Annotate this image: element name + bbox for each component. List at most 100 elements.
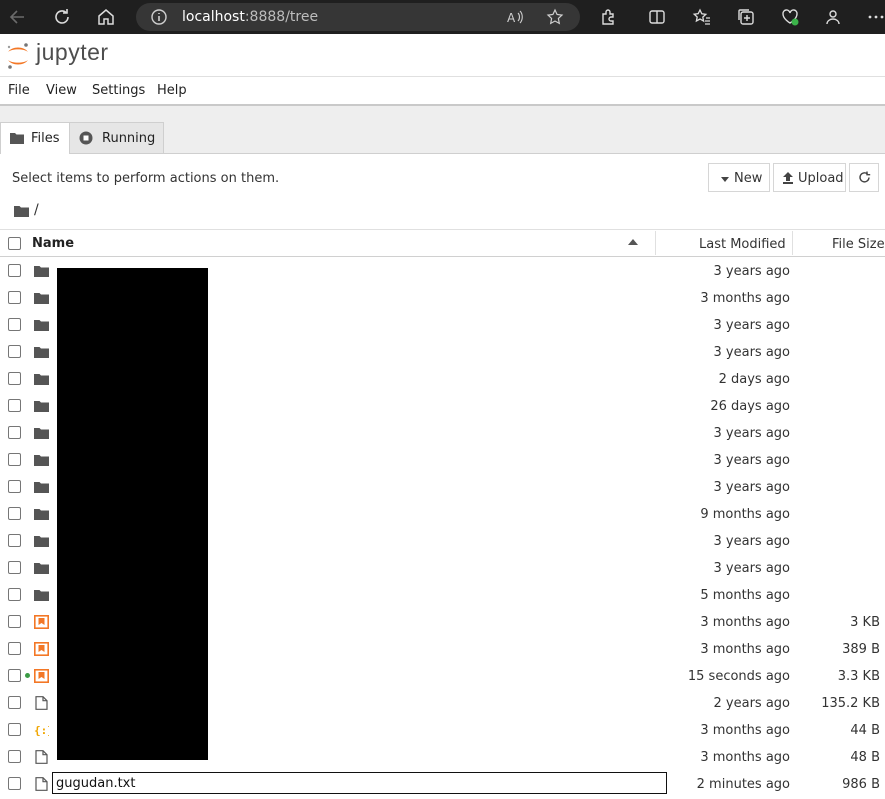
- menu-settings[interactable]: Settings: [92, 83, 145, 98]
- upload-button[interactable]: Upload: [773, 163, 846, 192]
- row-checkbox[interactable]: [8, 588, 21, 601]
- row-checkbox[interactable]: [8, 345, 21, 358]
- running-indicator: [25, 673, 30, 678]
- breadcrumb-root[interactable]: /: [34, 202, 39, 218]
- file-modified: 3 months ago: [700, 615, 790, 630]
- row-checkbox[interactable]: [8, 399, 21, 412]
- refresh-list-button[interactable]: [849, 163, 879, 192]
- file-icon: [34, 749, 49, 764]
- file-modified: 2 days ago: [718, 372, 790, 387]
- jupyter-logo-text[interactable]: jupyter: [36, 39, 109, 66]
- new-button-label: New: [734, 171, 763, 186]
- file-size: 3 KB: [850, 615, 880, 630]
- column-last-modified[interactable]: Last Modified: [699, 237, 786, 252]
- collections-icon[interactable]: [736, 7, 756, 27]
- favorite-star-icon[interactable]: [546, 8, 564, 26]
- upload-button-label: Upload: [798, 171, 844, 186]
- folder-icon[interactable]: [14, 205, 29, 217]
- column-name[interactable]: Name: [32, 236, 74, 251]
- refresh-icon[interactable]: [52, 7, 74, 27]
- menu-view[interactable]: View: [46, 83, 77, 98]
- jupyter-logo-icon[interactable]: [5, 41, 31, 71]
- file-row[interactable]: gugudan.txt 2 minutes ago 986 B: [0, 770, 885, 797]
- row-checkbox[interactable]: [8, 750, 21, 763]
- folder-icon: [34, 479, 49, 493]
- folder-icon: [10, 133, 24, 144]
- file-modified: 2 years ago: [713, 696, 790, 711]
- folder-icon: [34, 398, 49, 412]
- file-modified: 3 years ago: [713, 534, 790, 549]
- browser-essentials-icon[interactable]: [780, 7, 800, 27]
- rename-input[interactable]: gugudan.txt: [52, 772, 667, 794]
- caret-down-icon: [721, 177, 729, 182]
- row-checkbox[interactable]: [8, 318, 21, 331]
- more-options-icon[interactable]: [866, 7, 885, 27]
- file-icon: [34, 695, 49, 710]
- column-file-size[interactable]: File Size: [832, 237, 885, 252]
- file-modified: 3 months ago: [700, 750, 790, 765]
- file-size: 986 B: [842, 777, 880, 792]
- svg-text:A: A: [507, 11, 516, 25]
- row-checkbox[interactable]: [8, 534, 21, 547]
- row-checkbox[interactable]: [8, 264, 21, 277]
- tab-running-label: Running: [102, 131, 156, 146]
- new-button[interactable]: New: [708, 163, 770, 192]
- row-checkbox[interactable]: [8, 372, 21, 385]
- file-modified: 3 months ago: [700, 291, 790, 306]
- row-checkbox[interactable]: [8, 561, 21, 574]
- refresh-icon: [859, 171, 871, 183]
- back-arrow-icon[interactable]: [8, 7, 30, 27]
- folder-icon: [34, 587, 49, 601]
- row-checkbox[interactable]: [8, 723, 21, 736]
- folder-icon: [34, 425, 49, 439]
- folder-icon: [34, 533, 49, 547]
- folder-icon: [34, 506, 49, 520]
- select-all-checkbox[interactable]: [8, 237, 21, 250]
- row-checkbox[interactable]: [8, 426, 21, 439]
- file-modified: 26 days ago: [710, 399, 790, 414]
- row-checkbox[interactable]: [8, 642, 21, 655]
- row-checkbox[interactable]: [8, 453, 21, 466]
- upload-icon: [783, 172, 793, 184]
- sort-ascending-icon[interactable]: [628, 239, 638, 245]
- file-size: 389 B: [842, 642, 880, 657]
- file-list-header: Name Last Modified File Size: [0, 229, 885, 257]
- folder-icon: [34, 371, 49, 385]
- home-icon[interactable]: [96, 7, 118, 27]
- folder-icon: [34, 344, 49, 358]
- folder-icon: [34, 452, 49, 466]
- file-modified: 3 years ago: [713, 318, 790, 333]
- file-modified: 15 seconds ago: [687, 669, 790, 684]
- split-screen-icon[interactable]: [647, 7, 667, 27]
- favorites-icon[interactable]: [692, 7, 712, 27]
- read-aloud-icon[interactable]: A: [506, 8, 524, 26]
- tab-running[interactable]: Running: [69, 122, 164, 153]
- file-modified: 3 years ago: [713, 264, 790, 279]
- row-checkbox[interactable]: [8, 777, 21, 790]
- tab-files[interactable]: Files: [0, 122, 70, 154]
- file-size: 3.3 KB: [837, 669, 880, 684]
- row-checkbox[interactable]: [8, 291, 21, 304]
- folder-icon: [34, 560, 49, 574]
- profile-icon[interactable]: [824, 7, 844, 27]
- menubar: File View Settings Help: [0, 77, 885, 106]
- file-modified: 3 years ago: [713, 426, 790, 441]
- row-checkbox[interactable]: [8, 480, 21, 493]
- extensions-icon[interactable]: [599, 7, 619, 27]
- menu-help[interactable]: Help: [157, 83, 187, 98]
- row-checkbox[interactable]: [8, 507, 21, 520]
- file-modified: 3 months ago: [700, 642, 790, 657]
- row-checkbox[interactable]: [8, 669, 21, 682]
- json-file-icon: {:}: [34, 722, 54, 737]
- row-checkbox[interactable]: [8, 615, 21, 628]
- file-size: 135.2 KB: [821, 696, 880, 711]
- address-bar[interactable]: localhost:8888/tree A: [136, 3, 580, 31]
- row-checkbox[interactable]: [8, 696, 21, 709]
- info-icon[interactable]: [150, 8, 168, 26]
- file-modified: 5 months ago: [700, 588, 790, 603]
- file-modified: 9 months ago: [700, 507, 790, 522]
- file-size: 44 B: [850, 723, 880, 738]
- menu-file[interactable]: File: [8, 83, 30, 98]
- selection-hint: Select items to perform actions on them.: [12, 171, 280, 186]
- jupyter-header: jupyter: [0, 34, 885, 77]
